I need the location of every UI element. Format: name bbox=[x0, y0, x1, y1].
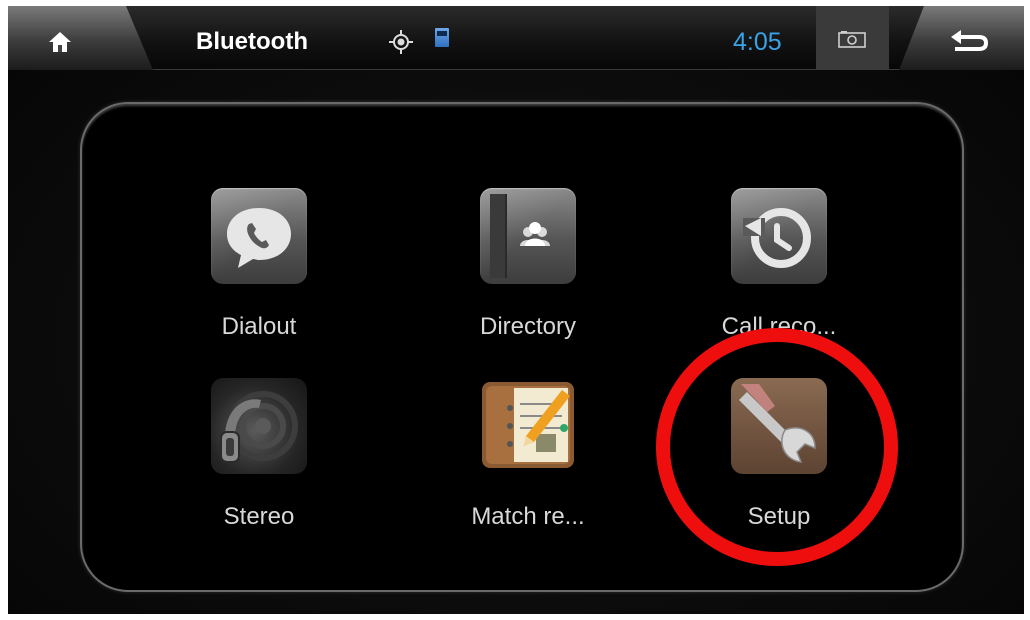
app-call-records[interactable]: Call reco... bbox=[704, 188, 854, 358]
back-arrow-icon bbox=[951, 30, 988, 51]
app-label: Directory bbox=[479, 313, 576, 340]
gps-icon bbox=[389, 30, 413, 54]
wrench-icon bbox=[731, 378, 827, 474]
page-title: Bluetooth bbox=[196, 28, 308, 55]
app-label: Call reco... bbox=[721, 313, 837, 340]
sd-card-icon bbox=[435, 28, 449, 47]
app-setup[interactable]: Setup bbox=[704, 378, 854, 548]
stereo-headphone-icon bbox=[211, 378, 307, 474]
status-bar: Bluetooth 4:05 bbox=[8, 6, 1024, 70]
app-dialout[interactable]: Dialout bbox=[184, 188, 334, 358]
app-label: Match re... bbox=[471, 503, 585, 530]
app-label: Dialout bbox=[221, 313, 297, 340]
app-label: Stereo bbox=[223, 503, 295, 530]
clock: 4:05 bbox=[733, 28, 782, 56]
app-match-records[interactable]: Match re... bbox=[453, 378, 603, 548]
back-button[interactable] bbox=[899, 6, 1024, 70]
home-button[interactable] bbox=[8, 6, 153, 70]
head-unit-screen: Bluetooth 4:05 Dialout Directory Call re… bbox=[8, 6, 1024, 614]
notebook-pencil-icon bbox=[480, 378, 576, 474]
app-label: Setup bbox=[747, 503, 811, 530]
camera-icon bbox=[838, 31, 866, 48]
history-icon bbox=[731, 188, 827, 284]
phone-bubble-icon bbox=[211, 188, 307, 284]
contacts-book-icon bbox=[480, 188, 576, 284]
app-directory[interactable]: Directory bbox=[453, 188, 603, 358]
screenshot-button[interactable] bbox=[816, 6, 889, 70]
app-stereo[interactable]: Stereo bbox=[184, 378, 334, 548]
home-icon bbox=[49, 32, 71, 52]
